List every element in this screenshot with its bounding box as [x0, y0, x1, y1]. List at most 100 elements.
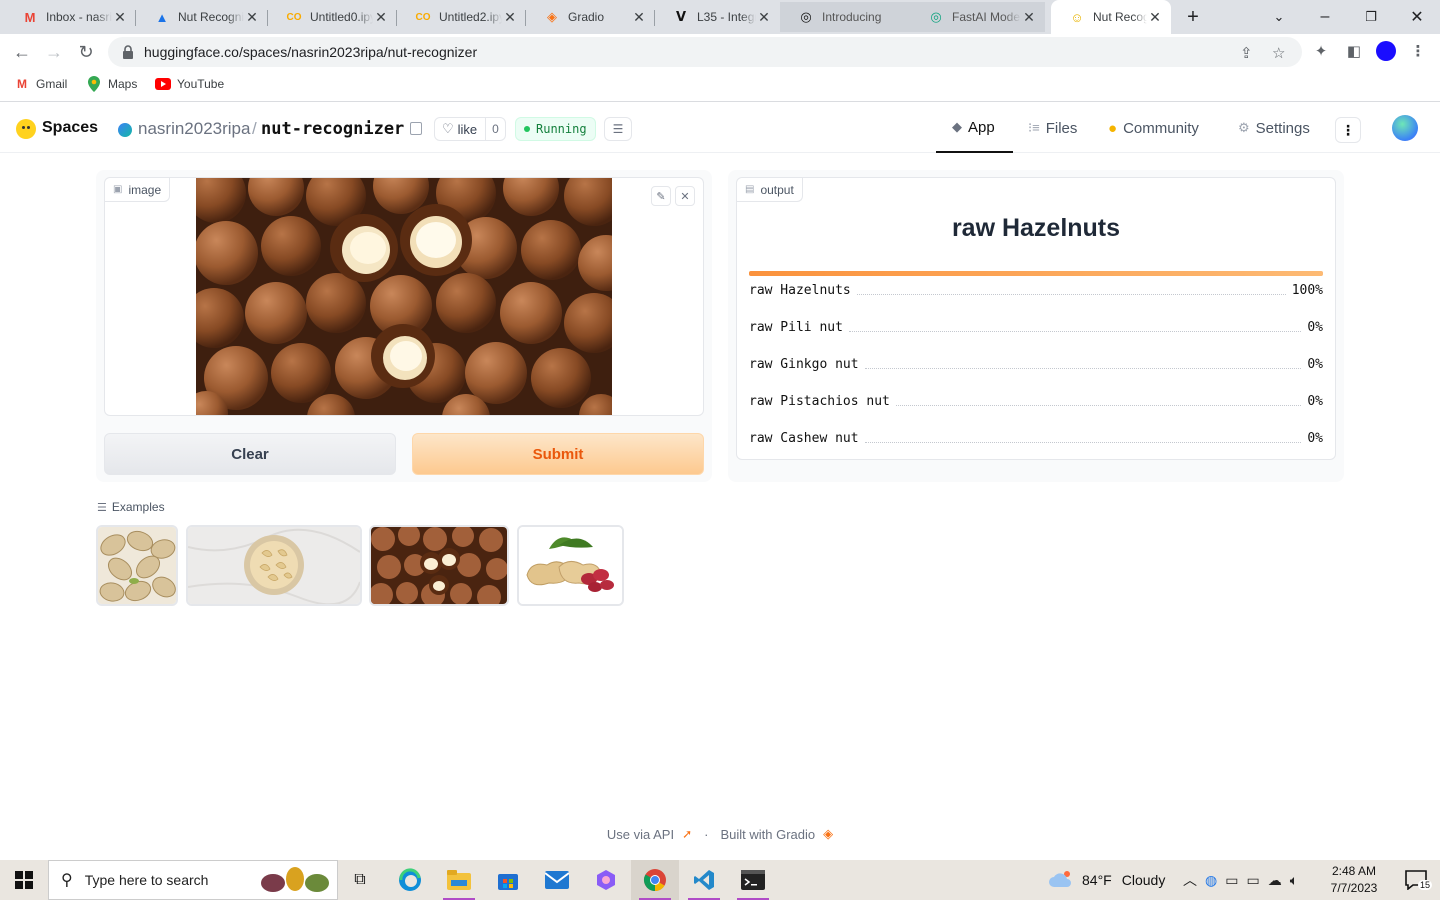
confidence-row[interactable]: raw Cashew nut 0% — [749, 428, 1323, 448]
network-status-icon[interactable]: ◍ — [1205, 872, 1217, 889]
extensions-icon[interactable]: ✦ — [1310, 40, 1332, 62]
tab-label: Settings — [1255, 119, 1310, 137]
image-label-text: image — [128, 182, 162, 197]
close-icon[interactable]: ✕ — [112, 9, 128, 26]
bookmark-youtube[interactable]: YouTube — [155, 76, 224, 92]
class-label: raw Pili nut — [749, 319, 843, 335]
tab-gradio[interactable]: ◈ Gradio ✕ — [526, 2, 655, 32]
chrome-menu-icon[interactable]: ⋮ — [1407, 40, 1429, 62]
example-peanuts[interactable] — [517, 525, 624, 606]
tab-nut-recognizer[interactable]: ☺ Nut Recogni ✕ — [1051, 0, 1171, 34]
more-options-button[interactable]: ⋮ — [1335, 117, 1361, 143]
built-with-gradio-link[interactable]: Built with Gradio — [720, 827, 815, 842]
logs-button[interactable]: ☰ — [604, 117, 632, 141]
close-icon[interactable]: ✕ — [244, 9, 260, 26]
like-button[interactable]: ♡ like 0 — [434, 117, 506, 141]
onedrive-cloud-icon[interactable]: ☁ — [1268, 872, 1282, 889]
share-icon[interactable]: ⇪ — [1240, 44, 1253, 62]
google-drive-icon: ▲ — [155, 9, 169, 25]
close-icon[interactable]: ✕ — [756, 9, 772, 26]
microsoft-store-icon[interactable] — [484, 860, 532, 900]
confidence-row[interactable]: raw Pistachios nut 0% — [749, 391, 1323, 411]
list-icon: ☰ — [97, 501, 107, 514]
confidence-row[interactable]: raw Pili nut 0% — [749, 317, 1323, 337]
display-icon[interactable]: ▭ — [1246, 872, 1259, 889]
copilot-icon[interactable] — [582, 860, 630, 900]
example-macadamia[interactable] — [369, 525, 509, 606]
repo-name-link[interactable]: nut-recognizer — [261, 119, 404, 139]
windows-start-icon[interactable] — [0, 860, 48, 900]
chevron-up-icon[interactable]: ︿ — [1183, 870, 1197, 890]
tab-community[interactable]: ● Community — [1108, 103, 1199, 153]
tab-title: Introducing — [822, 10, 882, 24]
example-cashews[interactable] — [186, 525, 362, 606]
task-view-icon[interactable]: ⧉ — [336, 860, 384, 900]
copy-icon[interactable] — [410, 122, 422, 135]
user-avatar[interactable] — [1392, 115, 1418, 141]
tab-colab-untitled0[interactable]: CO Untitled0.ipynb ✕ — [268, 2, 397, 32]
minimize-button[interactable]: – — [1302, 0, 1348, 34]
taskbar-search-input[interactable]: ⚲ Type here to search — [48, 860, 338, 900]
clock-date: 7/7/2023 — [1330, 881, 1378, 895]
forward-button[interactable]: → — [40, 38, 68, 66]
image-input[interactable]: ▣ image ✎ ✕ — [104, 177, 704, 416]
notification-center-icon[interactable]: 15 — [1392, 860, 1440, 900]
back-button[interactable]: ← — [8, 38, 36, 66]
profile-avatar[interactable] — [1375, 40, 1397, 62]
restore-button[interactable]: ❐ — [1348, 0, 1394, 34]
tab-wandb[interactable]: ᐯ L35 - Integr ✕ — [655, 2, 780, 32]
close-icon[interactable]: ✕ — [631, 9, 647, 26]
owner-link[interactable]: nasrin2023ripa — [138, 119, 250, 139]
weather-widget[interactable]: 84°F Cloudy — [1048, 860, 1165, 900]
tab-files[interactable]: ⁝≡ Files — [1028, 103, 1077, 153]
output-label-text: output — [760, 182, 794, 197]
tab-gmail[interactable]: M Inbox - nasrin ✕ — [4, 2, 136, 32]
new-tab-button[interactable]: + — [1171, 0, 1215, 34]
close-icon[interactable]: ✕ — [502, 9, 518, 26]
label-output: ▤ output raw Hazelnuts raw Hazelnuts 100… — [736, 177, 1336, 460]
edit-icon[interactable]: ✎ — [651, 186, 671, 206]
status-badge[interactable]: Running — [515, 117, 596, 141]
footer-separator: · — [704, 826, 709, 842]
file-explorer-icon[interactable] — [435, 860, 483, 900]
close-icon[interactable]: ✕ — [1147, 9, 1163, 26]
close-icon[interactable]: ✕ — [373, 9, 389, 26]
dotted-leader — [848, 330, 1302, 332]
mail-icon[interactable] — [533, 860, 581, 900]
use-via-api-link[interactable]: Use via API — [607, 827, 674, 842]
bookmark-gmail[interactable]: M Gmail — [14, 76, 67, 92]
example-pistachios[interactable] — [96, 525, 178, 606]
close-icon[interactable]: ✕ — [1021, 9, 1037, 26]
tab-label: Files — [1045, 119, 1078, 137]
vscode-icon[interactable] — [680, 860, 728, 900]
bookmark-maps[interactable]: Maps — [86, 76, 137, 92]
confidence-row[interactable]: raw Ginkgo nut 0% — [749, 354, 1323, 374]
tab-app[interactable]: ◆ App — [936, 103, 1013, 153]
close-window-button[interactable]: ✕ — [1394, 0, 1440, 34]
bookmark-star-icon[interactable]: ☆ — [1272, 44, 1285, 62]
huggingface-logo-icon[interactable] — [16, 119, 36, 139]
clear-button[interactable]: Clear — [104, 433, 396, 475]
side-panel-icon[interactable]: ◧ — [1343, 40, 1365, 62]
terminal-icon[interactable] — [729, 860, 777, 900]
tab-colab-untitled2[interactable]: CO Untitled2.ipynb ✕ — [397, 2, 526, 32]
submit-button[interactable]: Submit — [412, 433, 704, 475]
confidence-row[interactable]: raw Hazelnuts 100% — [749, 280, 1323, 300]
reload-button[interactable]: ↻ — [72, 38, 100, 66]
tab-fastai[interactable]: ◎ FastAI Mode ✕ — [910, 2, 1045, 32]
tab-drive[interactable]: ▲ Nut Recognizer ✕ — [136, 2, 268, 32]
tab-introducing[interactable]: ◎ Introducing — [780, 2, 910, 32]
address-bar[interactable]: huggingface.co/spaces/nasrin2023ripa/nut… — [108, 37, 1302, 67]
gear-icon: ⚙ — [1238, 120, 1250, 135]
spaces-link[interactable]: Spaces — [42, 119, 98, 137]
tab-settings[interactable]: ⚙ Settings — [1238, 103, 1310, 153]
hf-header: Spaces nasrin2023ripa / nut-recognizer ♡… — [0, 103, 1440, 153]
chrome-icon[interactable] — [631, 860, 679, 900]
tab-search-chevron-icon[interactable]: ⌄ — [1256, 0, 1302, 34]
edge-icon[interactable] — [386, 860, 434, 900]
examples-header: ☰ Examples — [97, 500, 165, 514]
meet-now-icon[interactable]: ▭ — [1225, 872, 1238, 889]
volume-icon[interactable]: 🔈︎ — [1290, 872, 1298, 889]
clock[interactable]: 2:48 AM 7/7/2023 — [1320, 863, 1388, 897]
close-icon[interactable]: ✕ — [675, 186, 695, 206]
